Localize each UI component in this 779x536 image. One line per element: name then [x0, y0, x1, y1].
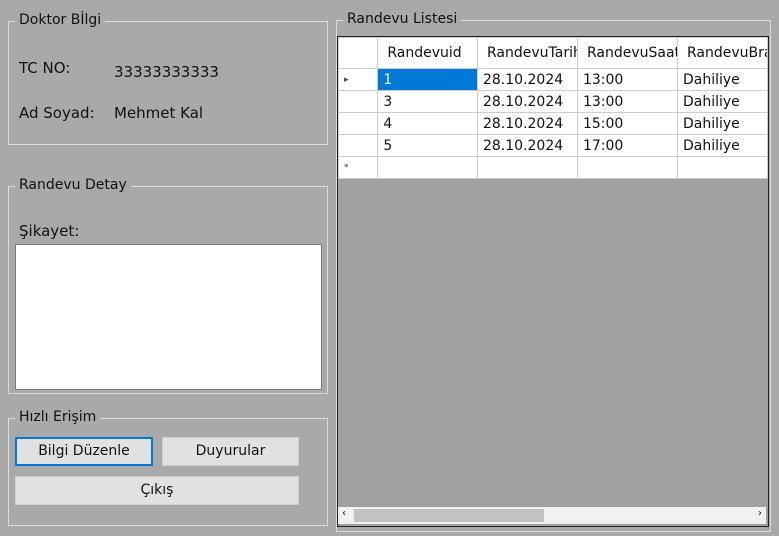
- row-header[interactable]: [338, 134, 379, 157]
- column-header[interactable]: RandevuTarih: [476, 37, 578, 69]
- edit-info-button[interactable]: Bilgi Düzenle: [15, 437, 153, 466]
- row-header[interactable]: [338, 112, 379, 135]
- cell[interactable]: 17:00: [576, 134, 678, 157]
- quick-access-title: Hızlı Erişim: [15, 409, 101, 425]
- column-header[interactable]: RandevuBrans: [676, 37, 768, 69]
- appointment-detail-group: Randevu Detay Şikayet:: [8, 177, 328, 394]
- new-row-icon[interactable]: *: [338, 156, 379, 179]
- cell[interactable]: 4: [377, 112, 478, 135]
- cell[interactable]: Dahiliye: [676, 112, 768, 135]
- cell[interactable]: Dahiliye: [676, 68, 768, 91]
- cell[interactable]: 13:00: [576, 90, 678, 113]
- doctor-info-group: Doktor Bİlgi TC NO: 33333333333 Ad Soyad…: [8, 12, 328, 145]
- cell[interactable]: 5: [377, 134, 478, 157]
- doctor-info-title: Doktor Bİlgi: [15, 12, 106, 28]
- cell[interactable]: [576, 156, 678, 179]
- cell[interactable]: 13:00: [576, 68, 678, 91]
- tc-label: TC NO:: [19, 59, 71, 77]
- cell[interactable]: 1: [377, 68, 478, 91]
- table-row[interactable]: 5 28.10.2024 17:00 Dahiliye: [338, 134, 768, 157]
- scrollbar-thumb[interactable]: [354, 509, 544, 522]
- column-header[interactable]: Randevuid: [377, 37, 478, 69]
- scroll-left-icon[interactable]: ‹: [342, 508, 346, 519]
- appointment-list-title: Randevu Listesi: [343, 11, 462, 27]
- name-label: Ad Soyad:: [19, 104, 95, 122]
- complaint-label: Şikayet:: [19, 222, 80, 240]
- complaint-textarea[interactable]: [15, 244, 322, 390]
- table-row[interactable]: 4 28.10.2024 15:00 Dahiliye: [338, 112, 768, 135]
- row-header[interactable]: [338, 90, 379, 113]
- cell[interactable]: [377, 156, 478, 179]
- new-row[interactable]: *: [338, 156, 768, 179]
- scroll-right-icon[interactable]: ›: [758, 508, 762, 519]
- corner-header: [338, 37, 379, 69]
- cell[interactable]: 28.10.2024: [476, 68, 578, 91]
- cell[interactable]: 28.10.2024: [476, 112, 578, 135]
- appointment-detail-title: Randevu Detay: [15, 177, 131, 193]
- cell[interactable]: [676, 156, 768, 179]
- cell[interactable]: [476, 156, 578, 179]
- exit-button[interactable]: Çıkış: [15, 476, 299, 505]
- cell[interactable]: 28.10.2024: [476, 134, 578, 157]
- cell[interactable]: 28.10.2024: [476, 90, 578, 113]
- current-row-icon[interactable]: ▸: [338, 68, 379, 91]
- cell[interactable]: 3: [377, 90, 478, 113]
- cell[interactable]: Dahiliye: [676, 90, 768, 113]
- cell[interactable]: Dahiliye: [676, 134, 768, 157]
- tc-value: 33333333333: [114, 63, 219, 81]
- column-header[interactable]: RandevuSaat: [576, 37, 678, 69]
- table-row[interactable]: 3 28.10.2024 13:00 Dahiliye: [338, 90, 768, 113]
- table-row[interactable]: ▸ 1 28.10.2024 13:00 Dahiliye: [338, 68, 768, 91]
- horizontal-scrollbar[interactable]: ‹ ›: [338, 507, 766, 524]
- appointments-grid[interactable]: Randevuid RandevuTarih RandevuSaat Rande…: [337, 36, 769, 527]
- announcements-button[interactable]: Duyurular: [162, 437, 299, 466]
- quick-access-group: Hızlı Erişim: [8, 409, 328, 526]
- name-value: Mehmet Kal: [114, 104, 204, 122]
- cell[interactable]: 15:00: [576, 112, 678, 135]
- header-row: Randevuid RandevuTarih RandevuSaat Rande…: [338, 37, 768, 69]
